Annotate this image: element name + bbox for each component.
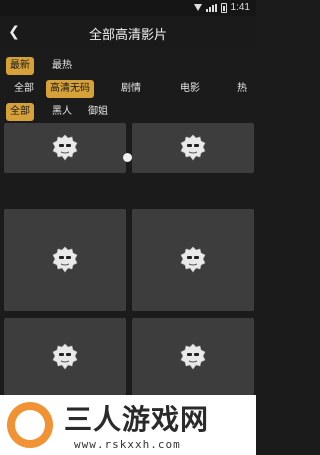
placeholder-face-icon xyxy=(52,246,78,273)
watermark-logo xyxy=(7,402,53,448)
category-filter-row: 全部 高清无码 剧情 电影 热 xyxy=(0,79,256,99)
sort-filter-row: 最新 最热 xyxy=(0,56,256,76)
video-card[interactable] xyxy=(4,318,126,395)
tag-filter-row: 全部 黑人 御姐 xyxy=(0,102,256,122)
tag-all-chip[interactable]: 全部 xyxy=(6,103,34,121)
scroll-indicator-dot xyxy=(123,153,132,162)
placeholder-face-icon xyxy=(180,134,206,161)
video-card[interactable] xyxy=(4,123,126,173)
watermark-banner: 三人游戏网 www.rskxxh.com xyxy=(0,395,256,455)
category-movie-chip[interactable]: 电影 xyxy=(180,80,200,98)
watermark-title: 三人游戏网 xyxy=(64,403,210,436)
video-card[interactable] xyxy=(132,318,254,395)
placeholder-face-icon xyxy=(52,134,78,161)
tag-black-chip[interactable]: 黑人 xyxy=(52,103,72,121)
category-drama-chip[interactable]: 剧情 xyxy=(121,80,141,98)
placeholder-face-icon xyxy=(180,343,206,369)
video-card[interactable] xyxy=(132,209,254,311)
video-card[interactable] xyxy=(4,209,126,311)
wifi-icon xyxy=(193,4,202,11)
sort-hottest-chip[interactable]: 最热 xyxy=(52,57,72,75)
page-title: 全部高清影片 xyxy=(88,28,167,43)
watermark-url: www.rskxxh.com xyxy=(74,438,181,451)
category-hd-uncensored-chip[interactable]: 高清无码 xyxy=(46,80,94,98)
category-hot-chip[interactable]: 热 xyxy=(237,80,247,98)
battery-icon xyxy=(220,2,227,13)
status-time: 1:41 xyxy=(230,2,250,13)
watermark-logo-icon xyxy=(15,410,45,440)
placeholder-face-icon xyxy=(180,246,206,273)
tag-mature-chip[interactable]: 御姐 xyxy=(88,103,108,121)
status-bar: 1:41 xyxy=(0,0,256,16)
video-card[interactable] xyxy=(132,123,254,173)
signal-icon xyxy=(205,3,217,12)
sort-newest-chip[interactable]: 最新 xyxy=(6,57,34,75)
placeholder-face-icon xyxy=(52,343,78,369)
title-bar: ❮ 全部高清影片 xyxy=(0,16,256,48)
status-icons: 1:41 xyxy=(193,2,250,13)
category-all-chip[interactable]: 全部 xyxy=(14,80,34,98)
